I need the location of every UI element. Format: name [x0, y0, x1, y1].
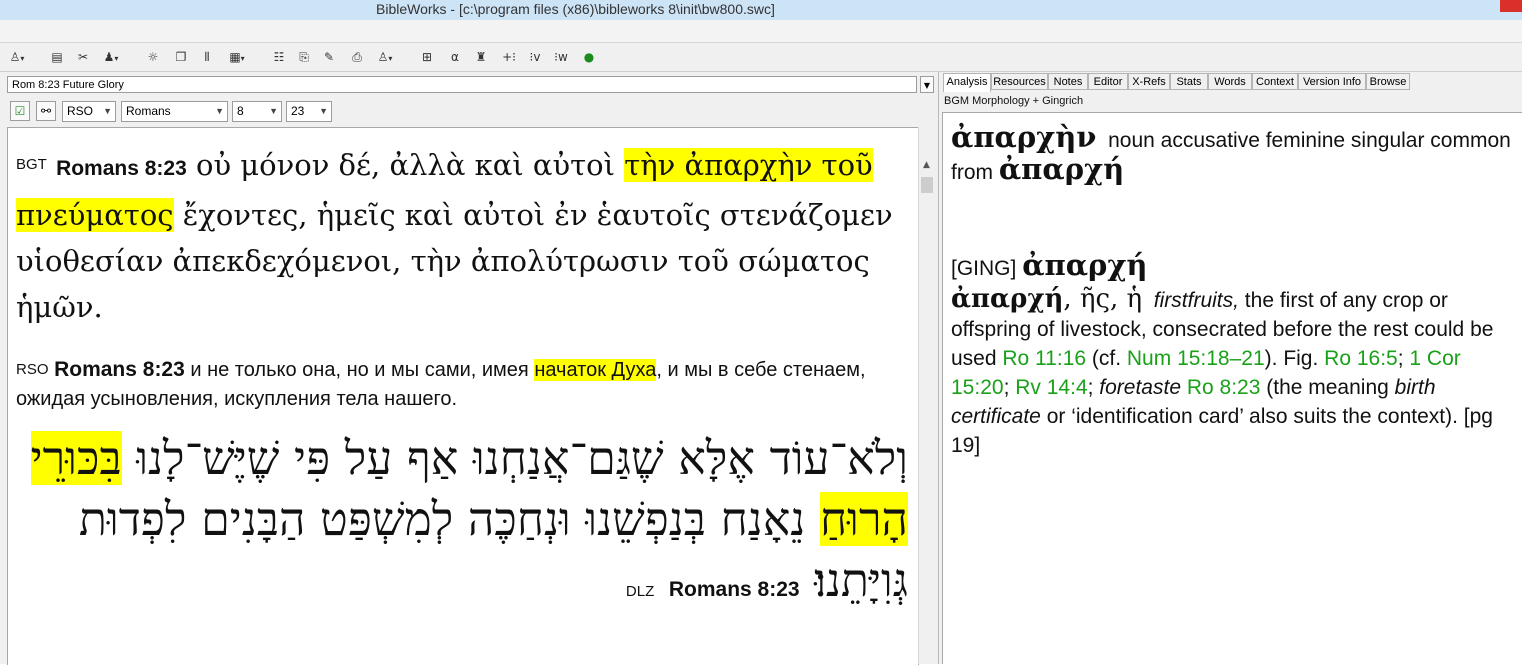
- tab-stats[interactable]: Stats: [1170, 73, 1208, 90]
- list-icon[interactable]: ☷: [270, 49, 288, 65]
- morphology-entry: ἀπαρχὴν noun accusative feminine singula…: [951, 123, 1517, 187]
- user-icon[interactable]: ♜: [472, 49, 490, 65]
- print-icon[interactable]: ⎙: [348, 49, 366, 65]
- verse-icon[interactable]: ⁝v: [526, 49, 544, 65]
- verse-reference[interactable]: Romans 8:23: [56, 157, 187, 180]
- book-value: Romans: [126, 104, 171, 118]
- plus-icon[interactable]: +⁝: [500, 49, 518, 65]
- analysis-window: Analysis Resources Notes Editor X-Refs S…: [939, 72, 1522, 664]
- version-tag[interactable]: RSO: [16, 361, 49, 378]
- tab-words[interactable]: Words: [1208, 73, 1252, 90]
- person-icon[interactable]: ♟▾: [102, 49, 120, 65]
- tools-icon[interactable]: ✂: [74, 49, 92, 65]
- search-window: Rom 8:23 Future Glory ▼ ☑ ⚯ RSO ▼ Romans ▼…: [0, 72, 939, 665]
- browse-controls: ☑ ⚯ RSO ▼ Romans ▼ 8 ▼ 23 ▼: [0, 99, 938, 125]
- chevron-down-icon: ▼: [269, 106, 278, 116]
- scripture-link[interactable]: Ro 11:16: [1002, 347, 1086, 370]
- lexical-form[interactable]: ἀπαρχή: [999, 152, 1124, 186]
- tab-xrefs[interactable]: X-Refs: [1128, 73, 1170, 90]
- separator: ;: [1087, 376, 1100, 399]
- chevron-down-icon: ▼: [319, 106, 328, 116]
- analysis-subtitle: BGM Morphology + Gingrich: [944, 95, 1084, 107]
- tab-notes[interactable]: Notes: [1048, 73, 1088, 90]
- verse-text[interactable]: וְלֹא־עוֹד אֶלָּא שֶׁגַּם־אֲנַחְנוּ אַף …: [122, 431, 908, 485]
- verse-text[interactable]: и не только она, но и мы сами, имея: [185, 359, 535, 381]
- definition-text: (the meaning: [1260, 376, 1395, 399]
- scripture-link[interactable]: Num 15:18–21: [1127, 347, 1265, 370]
- title-bar: BibleWorks - [c:\program files (x86)\bib…: [0, 0, 1522, 20]
- browse-text-pane[interactable]: BGT Romans 8:23 οὐ μόνον δέ, ἀλλὰ καὶ αὐ…: [7, 127, 919, 665]
- columns-icon[interactable]: ⦀: [198, 49, 216, 65]
- main-toolbar: ♙▾ ▤ ✂ ♟▾ ☼ ❐ ⦀ ▦▾ ☷ ⎘ ✎ ⎙ ♙▾ ⊞ α ♜ +⁝ ⁝…: [0, 43, 1522, 72]
- version-value: RSO: [67, 104, 94, 118]
- definition-text: ). Fig.: [1264, 347, 1325, 370]
- entry-forms: , ῆς, ἡ: [1063, 284, 1143, 314]
- tab-resources[interactable]: Resources: [991, 73, 1048, 90]
- verse-greek: BGT Romans 8:23 οὐ μόνον δέ, ἀλλὰ καὶ αὐ…: [16, 142, 896, 330]
- scripture-link[interactable]: Ro 16:5: [1324, 347, 1398, 370]
- separator: ;: [1397, 347, 1410, 370]
- lexicon-lemma[interactable]: ἀπαρχή: [1022, 248, 1147, 282]
- tab-context[interactable]: Context: [1252, 73, 1298, 90]
- close-button[interactable]: [1500, 0, 1522, 12]
- check-icon[interactable]: ☑: [10, 101, 30, 121]
- search-options-icon[interactable]: ♙▾: [8, 49, 26, 65]
- browse-icon[interactable]: ▤: [48, 49, 66, 65]
- chapter-value: 8: [237, 104, 244, 118]
- sync-icon[interactable]: ⚯: [36, 101, 56, 121]
- tab-analysis[interactable]: Analysis: [943, 73, 991, 92]
- verse-list-value: Rom 8:23 Future Glory: [12, 79, 124, 91]
- analysis-pane[interactable]: ἀπαρχὴν noun accusative feminine singula…: [942, 112, 1522, 664]
- gloss: firstfruits,: [1153, 289, 1239, 312]
- version-tag[interactable]: DLZ: [626, 583, 654, 600]
- gloss: foretaste: [1099, 376, 1181, 399]
- tab-browse[interactable]: Browse: [1366, 73, 1410, 90]
- verse-reference[interactable]: Romans 8:23: [669, 578, 800, 601]
- version-select[interactable]: RSO ▼: [62, 101, 116, 122]
- verse-russian: RSO Romans 8:23 и не только она, но и мы…: [16, 355, 896, 414]
- verse-select[interactable]: 23 ▼: [286, 101, 332, 122]
- highlight-icon[interactable]: ☼: [144, 49, 162, 65]
- analysis-content: ἀπαρχὴν noun accusative feminine singula…: [951, 123, 1517, 460]
- edit-icon[interactable]: ✎: [320, 49, 338, 65]
- definition-text: (cf.: [1086, 347, 1127, 370]
- word-icon[interactable]: ⁝w: [552, 49, 570, 65]
- text-scrollbar[interactable]: ▲: [918, 127, 935, 664]
- lexicon-definition: ἀπαρχή, ῆς, ἡ firstfruits, the first of …: [951, 285, 1517, 460]
- grid-icon[interactable]: ▦▾: [228, 49, 246, 65]
- lexicon-tag: [GING]: [951, 257, 1017, 280]
- layout-icon[interactable]: ⊞: [418, 49, 436, 65]
- separator: ;: [1003, 376, 1016, 399]
- windows-icon[interactable]: ❐: [172, 49, 190, 65]
- version-tag[interactable]: BGT: [16, 156, 47, 173]
- book-select[interactable]: Romans ▼: [121, 101, 228, 122]
- copy-icon[interactable]: ⎘: [295, 49, 313, 65]
- globe-icon[interactable]: ●: [580, 49, 598, 65]
- verse-hebrew: וְלֹא־עוֹד אֶלָּא שֶׁגַּם־אֲנַחְנוּ אַף …: [8, 428, 908, 622]
- scripture-link[interactable]: Rv 14:4: [1015, 376, 1087, 399]
- search-person-icon[interactable]: ♙▾: [376, 49, 394, 65]
- window-title: BibleWorks - [c:\program files (x86)\bib…: [376, 1, 775, 17]
- lexicon-entry: [GING] ἀπαρχή: [951, 251, 1517, 283]
- verse-list-dropdown-button[interactable]: ▼: [920, 76, 934, 93]
- highlighted-text[interactable]: начаток Духа: [534, 359, 657, 381]
- tab-version-info[interactable]: Version Info: [1298, 73, 1366, 90]
- alpha-icon[interactable]: α: [446, 49, 464, 65]
- scroll-thumb[interactable]: [921, 177, 933, 193]
- menu-bar: [0, 20, 1522, 43]
- tab-editor[interactable]: Editor: [1088, 73, 1128, 90]
- verse-list-dropdown[interactable]: Rom 8:23 Future Glory: [7, 76, 917, 93]
- scripture-link[interactable]: Ro 8:23: [1187, 376, 1261, 399]
- verse-value: 23: [291, 104, 305, 118]
- verse-reference[interactable]: Romans 8:23: [54, 358, 185, 381]
- verse-text[interactable]: οὐ μόνον δέ, ἀλλὰ καὶ αὐτοὶ: [196, 148, 624, 182]
- chevron-down-icon: ▼: [215, 106, 224, 116]
- entry-lemma: ἀπαρχή: [951, 284, 1064, 314]
- chevron-down-icon: ▼: [103, 106, 112, 116]
- chapter-select[interactable]: 8 ▼: [232, 101, 282, 122]
- scroll-up-icon[interactable]: ▲: [923, 160, 930, 170]
- analyzed-word[interactable]: ἀπαρχὴν: [951, 120, 1096, 154]
